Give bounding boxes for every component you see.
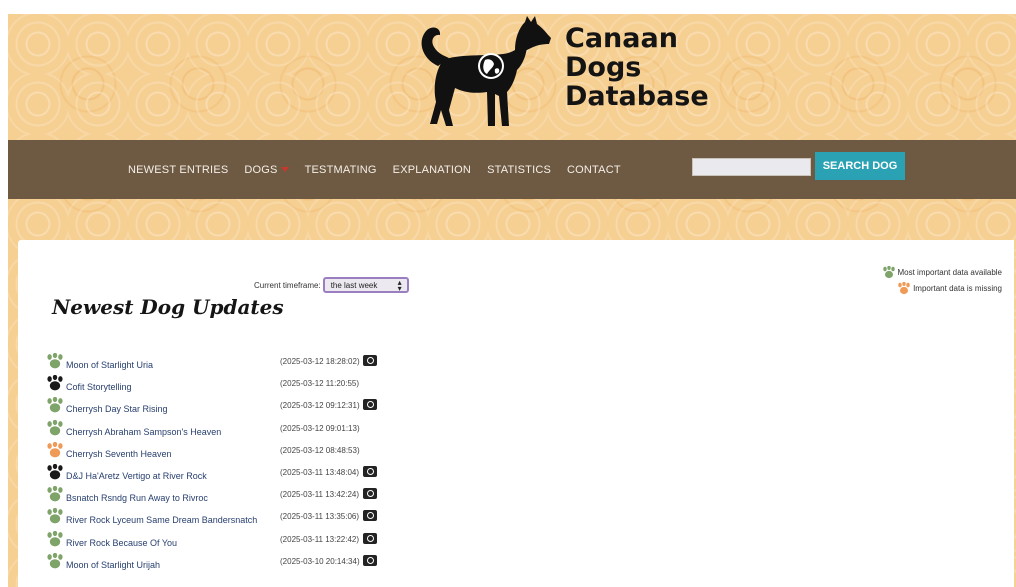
timeframe-select[interactable]: the last week ▴ ▾	[322, 277, 409, 293]
nav-testmating[interactable]: TESTMATING	[305, 164, 377, 176]
dog-name-link[interactable]: River Rock Because Of You	[66, 538, 177, 548]
dog-name-link[interactable]: Cherrysh Day Star Rising	[66, 404, 168, 414]
nav-links: NEWEST ENTRIES DOGS TESTMATING EXPLANATI…	[128, 140, 637, 199]
timeframe-value: the last week	[330, 281, 378, 290]
entry-timestamp: (2025-03-11 13:48:04)	[280, 467, 360, 477]
camera-icon[interactable]	[363, 510, 377, 522]
site-title-line: Dogs	[565, 52, 642, 83]
timeframe-label: Current timeframe:	[254, 280, 321, 290]
search-dog-button[interactable]: SEARCH DOG	[815, 152, 905, 180]
entry-timestamp: (2025-03-10 20:14:34)	[280, 556, 360, 566]
paw-black-icon	[47, 463, 63, 480]
list-item: Cherrysh Seventh Heaven (2025-03-12 08:4…	[46, 441, 466, 464]
entry-timestamp: (2025-03-11 13:42:24)	[280, 490, 360, 500]
select-arrows-icon: ▴ ▾	[397, 278, 402, 293]
site-title-line: Database	[565, 81, 709, 112]
camera-icon[interactable]	[363, 465, 377, 477]
list-item: Bsnatch Rsndg Run Away to Rivroc (2025-0…	[46, 486, 466, 508]
list-item: Cofit Storytelling (2025-03-12 11:20:55)	[46, 375, 466, 397]
page-frame: Canaan Dogs Database NEWEST ENTRIES DOGS…	[8, 14, 1016, 587]
legend: Most important data available Important …	[882, 264, 1003, 296]
camera-icon[interactable]	[363, 554, 377, 566]
list-item: D&J Ha'Aretz Vertigo at River Rock (2025…	[46, 463, 466, 486]
paw-green-icon	[882, 265, 895, 278]
camera-icon[interactable]	[363, 399, 377, 411]
entry-timestamp: (2025-03-11 13:35:06)	[280, 512, 360, 522]
dog-name-link[interactable]: Bsnatch Rsndg Run Away to Rivroc	[66, 493, 208, 503]
nav-dogs[interactable]: DOGS	[244, 163, 289, 176]
page-title: Newest Dog Updates	[52, 295, 284, 319]
nav-explanation[interactable]: EXPLANATION	[393, 164, 471, 176]
paw-green-icon	[47, 508, 63, 524]
content-panel: Current timeframe: the last week ▴ ▾ Newe…	[18, 240, 1014, 587]
paw-green-icon	[47, 552, 63, 569]
dog-name-link[interactable]: D&J Ha'Aretz Vertigo at River Rock	[66, 471, 207, 481]
list-item: Moon of Starlight Uria (2025-03-12 18:28…	[46, 353, 466, 375]
dog-name-link[interactable]: Cherrysh Abraham Sampson's Heaven	[66, 427, 221, 437]
dog-name-link[interactable]: Moon of Starlight Uria	[66, 360, 153, 370]
site-title-line: Canaan	[565, 23, 678, 54]
list-item: Moon of Starlight Urijah (2025-03-10 20:…	[46, 552, 466, 575]
paw-black-icon	[47, 375, 63, 391]
camera-icon[interactable]	[363, 532, 377, 544]
paw-green-icon	[47, 530, 63, 546]
site-header: Canaan Dogs Database	[8, 14, 1016, 140]
entry-timestamp: (2025-03-12 09:12:31)	[280, 401, 360, 411]
camera-icon[interactable]	[363, 488, 377, 500]
camera-icon[interactable]	[363, 355, 377, 366]
entry-timestamp: (2025-03-12 11:20:55)	[280, 379, 360, 389]
dog-name-link[interactable]: Moon of Starlight Urijah	[66, 560, 160, 570]
paw-green-icon	[47, 353, 63, 369]
paw-green-icon	[47, 397, 63, 413]
site-title[interactable]: Canaan Dogs Database	[565, 24, 709, 111]
list-item: Cherrysh Abraham Sampson's Heaven (2025-…	[46, 419, 466, 442]
dog-name-link[interactable]: Cherrysh Seventh Heaven	[66, 449, 172, 459]
search-input[interactable]	[692, 158, 811, 176]
legend-item-missing: Important data is missing	[882, 280, 1002, 296]
legend-label: Most important data available	[897, 267, 1003, 277]
dropdown-caret-icon	[280, 167, 289, 173]
paw-green-icon	[47, 419, 63, 435]
list-item: River Rock Lyceum Same Dream Bandersnatc…	[46, 508, 466, 530]
entry-timestamp: (2025-03-12 18:28:02)	[280, 357, 360, 366]
nav-dogs-label: DOGS	[244, 163, 278, 176]
dog-name-link[interactable]: River Rock Lyceum Same Dream Bandersnatc…	[66, 515, 257, 525]
nav-contact[interactable]: CONTACT	[567, 164, 621, 176]
nav-newest-entries[interactable]: NEWEST ENTRIES	[128, 164, 228, 176]
legend-label: Important data is missing	[913, 283, 1002, 293]
nav-statistics[interactable]: STATISTICS	[487, 164, 551, 176]
entry-timestamp: (2025-03-12 09:01:13)	[280, 423, 360, 433]
entry-timestamp: (2025-03-12 08:48:53)	[280, 445, 360, 455]
main-navbar: NEWEST ENTRIES DOGS TESTMATING EXPLANATI…	[8, 140, 1016, 199]
dog-logo-icon[interactable]	[403, 14, 553, 132]
paw-orange-icon	[898, 281, 910, 294]
entry-timestamp: (2025-03-11 13:22:42)	[280, 534, 360, 544]
list-item: Cherrysh Day Star Rising (2025-03-12 09:…	[46, 397, 466, 419]
dog-update-list: Moon of Starlight Uria (2025-03-12 18:28…	[46, 353, 466, 575]
paw-green-icon	[47, 486, 63, 502]
timeframe-control: Current timeframe: the last week ▴ ▾	[254, 277, 409, 293]
paw-orange-icon	[47, 441, 63, 458]
list-item: River Rock Because Of You (2025-03-11 13…	[46, 530, 466, 553]
dog-name-link[interactable]: Cofit Storytelling	[66, 382, 132, 392]
legend-item-complete: Most important data available	[882, 264, 1003, 280]
